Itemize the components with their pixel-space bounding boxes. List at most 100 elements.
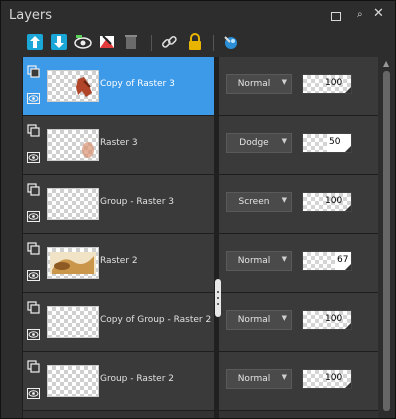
opacity-value: 100 (325, 196, 343, 206)
blend-mode-value: Normal (237, 374, 271, 384)
column-splitter[interactable] (214, 57, 219, 418)
opacity-corner (345, 264, 351, 270)
layer-name-cell[interactable]: Raster 2 (23, 234, 215, 292)
opacity-slider[interactable]: 67 (302, 251, 352, 271)
delete-layer-icon[interactable] (121, 32, 141, 52)
layer-thumbnail (47, 129, 99, 161)
mask-icon[interactable] (27, 183, 40, 196)
layer-row[interactable]: Raster 2 Normal ▼ 67 (23, 234, 378, 293)
vertical-scrollbar[interactable]: ▲ (378, 57, 395, 418)
opacity-slider[interactable]: 100 (302, 310, 352, 330)
chevron-down-icon: ▼ (281, 196, 287, 204)
blend-mode-dropdown[interactable]: Screen ▼ (226, 192, 292, 212)
layers-panel: Layers ⌕ ✕ Copy of Raster 3Normal ▼ 100 … (0, 0, 396, 419)
opacity-corner (345, 382, 351, 388)
new-raster-layer-icon[interactable] (25, 32, 45, 52)
blend-mode-value: Screen (238, 197, 270, 207)
chevron-down-icon: ▼ (281, 255, 287, 263)
opacity-fill (303, 252, 335, 270)
blend-mode-value: Normal (237, 315, 271, 325)
opacity-slider[interactable]: 100 (302, 192, 352, 212)
layer-name: Group - Raster 3 (100, 197, 174, 207)
new-vector-layer-icon[interactable] (49, 32, 69, 52)
toolbar-separator (151, 35, 152, 51)
scroll-thumb[interactable] (383, 71, 390, 411)
opacity-value: 50 (329, 137, 341, 147)
blend-mode-dropdown[interactable]: Normal ▼ (226, 369, 292, 389)
blend-mode-dropdown[interactable]: Normal ▼ (226, 310, 292, 330)
opacity-slider[interactable]: 50 (302, 133, 352, 153)
visibility-eye-icon[interactable] (27, 329, 40, 340)
toolbar-separator (213, 35, 214, 51)
mask-icon[interactable] (27, 65, 40, 78)
panel-titlebar[interactable]: Layers ⌕ ✕ (1, 1, 395, 29)
opacity-slider[interactable]: 100 (302, 74, 352, 94)
visibility-eye-icon[interactable] (27, 270, 40, 281)
layer-row[interactable]: Copy of Raster 3 Normal ▼ 100 (23, 57, 378, 116)
mask-icon[interactable] (27, 242, 40, 255)
layer-name: Copy of Group - Raster 2 (100, 315, 212, 325)
opacity-corner (345, 205, 351, 211)
blend-mode-value: Dodge (239, 138, 269, 148)
layer-name-cell[interactable]: Group - Raster 3 (23, 175, 215, 233)
opacity-corner (345, 323, 351, 329)
opacity-value: 100 (325, 373, 343, 383)
layer-row[interactable]: Copy of Group - Raster 2 Normal ▼ 100 (23, 293, 378, 352)
layers-list: Copy of Raster 3 Normal ▼ 100 Raster 3 Dodge ▼… (22, 57, 378, 418)
layer-name-cell[interactable]: Copy of Raster 3 (23, 57, 215, 115)
visibility-eye-icon[interactable] (27, 93, 40, 104)
layer-props-cell: Normal ▼ 100 (220, 352, 378, 410)
mask-icon[interactable] (27, 360, 40, 373)
layers-toolbar (1, 29, 395, 57)
opacity-value: 100 (325, 78, 343, 88)
layer-name: Raster 2 (100, 256, 138, 266)
new-mask-layer-icon[interactable] (97, 32, 117, 52)
mask-icon[interactable] (27, 124, 40, 137)
layer-props-cell: Normal ▼ 100 (220, 293, 378, 351)
pin-icon[interactable]: ⌕ (357, 9, 367, 20)
layer-name: Raster 3 (100, 138, 138, 148)
layer-name-cell[interactable]: Raster 3 (23, 116, 215, 174)
visibility-eye-icon[interactable] (27, 152, 40, 163)
blend-mode-value: Normal (237, 256, 271, 266)
layer-thumbnail (47, 365, 99, 397)
visibility-eye-icon[interactable] (27, 388, 40, 399)
maximize-icon[interactable] (331, 12, 341, 21)
blend-mode-dropdown[interactable]: Dodge ▼ (226, 133, 292, 153)
opacity-fill (303, 134, 327, 152)
opacity-corner (345, 146, 351, 152)
layer-thumbnail (47, 70, 99, 102)
splitter-grip[interactable] (215, 279, 221, 317)
layer-props-cell: Normal ▼ 100 (220, 57, 378, 115)
layer-thumbnail (47, 247, 99, 279)
scroll-up-icon[interactable]: ▲ (383, 59, 389, 68)
layer-row[interactable]: Raster 3 Dodge ▼ 50 (23, 116, 378, 175)
layer-name-cell[interactable]: Group - Raster 2 (23, 352, 215, 410)
blend-mode-dropdown[interactable]: Normal ▼ (226, 251, 292, 271)
blend-mode-dropdown[interactable]: Normal ▼ (226, 74, 292, 94)
layer-name-cell[interactable]: Copy of Group - Raster 2 (23, 293, 215, 351)
layer-name: Copy of Raster 3 (100, 79, 175, 89)
layer-props-cell: Screen ▼ 100 (220, 175, 378, 233)
link-icon[interactable] (159, 32, 179, 52)
layer-row[interactable]: Group - Raster 2 Normal ▼ 100 (23, 352, 378, 411)
opacity-value: 100 (325, 314, 343, 324)
chevron-down-icon: ▼ (281, 78, 287, 86)
mask-icon[interactable] (27, 301, 40, 314)
close-icon[interactable]: ✕ (373, 6, 384, 21)
new-adjustment-layer-icon[interactable] (73, 32, 93, 52)
layer-thumbnail (47, 306, 99, 338)
lock-icon[interactable] (185, 32, 205, 52)
layer-name: Group - Raster 2 (100, 374, 174, 384)
layer-row[interactable]: Group - Raster 3 Screen ▼ 100 (23, 175, 378, 234)
chevron-down-icon: ▼ (281, 373, 287, 381)
layer-properties-icon[interactable] (221, 32, 241, 52)
opacity-slider[interactable]: 100 (302, 369, 352, 389)
layer-thumbnail (47, 188, 99, 220)
chevron-down-icon: ▼ (281, 314, 287, 322)
layer-props-cell: Normal ▼ 67 (220, 234, 378, 292)
blend-mode-value: Normal (237, 79, 271, 89)
chevron-down-icon: ▼ (281, 137, 287, 145)
visibility-eye-icon[interactable] (27, 211, 40, 222)
layer-props-cell: Dodge ▼ 50 (220, 116, 378, 174)
